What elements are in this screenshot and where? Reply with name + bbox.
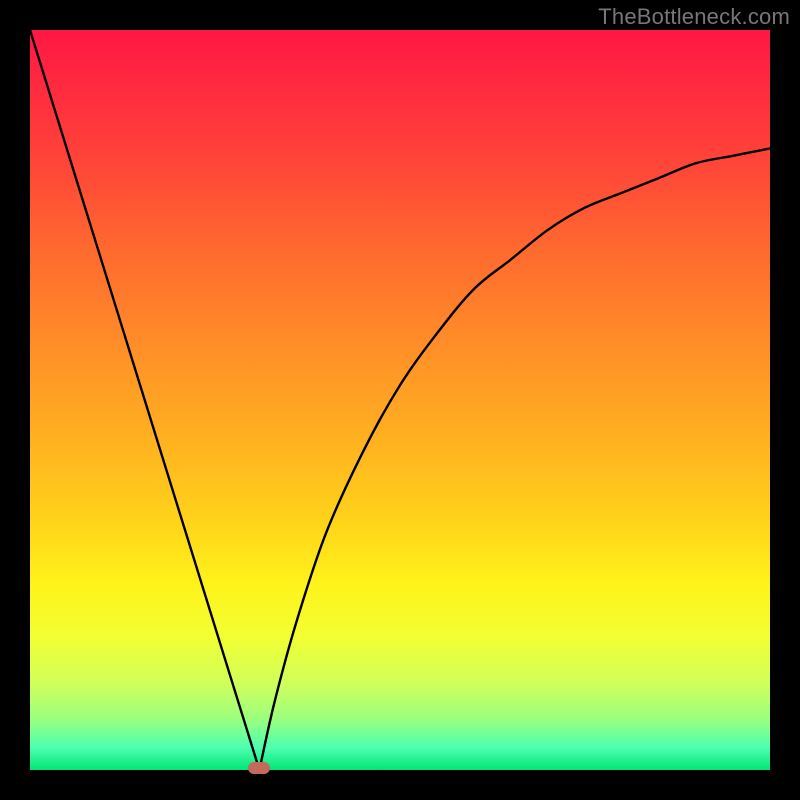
minimum-marker: [248, 762, 270, 774]
bottleneck-curve: [30, 30, 770, 770]
watermark-text: TheBottleneck.com: [598, 4, 790, 30]
plot-area: [30, 30, 770, 770]
chart-frame: TheBottleneck.com: [0, 0, 800, 800]
